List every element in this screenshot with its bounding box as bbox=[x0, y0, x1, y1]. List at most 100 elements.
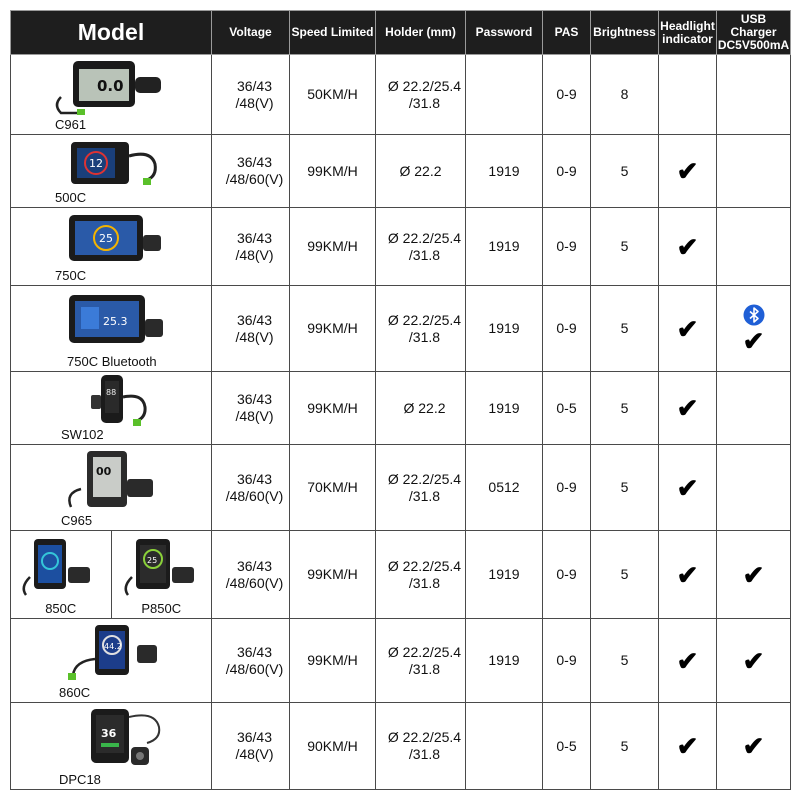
table-row: 25 750C 36/43/48(V) 99KM/H Ø 22.2/25.4/3… bbox=[10, 207, 791, 286]
table-row: 00 C965 36/43/48/60(V) 70KM/H Ø 22.2/25.… bbox=[10, 444, 791, 531]
speed-cell: 70KM/H bbox=[289, 444, 376, 531]
model-name: 860C bbox=[59, 685, 91, 700]
model-cell: 12 500C bbox=[10, 134, 212, 208]
password-cell: 1919 bbox=[465, 371, 543, 445]
speed-cell: 99KM/H bbox=[289, 371, 376, 445]
headlight-cell: ✔ bbox=[658, 702, 717, 790]
check-icon: ✔ bbox=[676, 731, 699, 761]
usb-cell: ✔ bbox=[716, 285, 791, 372]
voltage-cell: 36/43/48/60(V) bbox=[211, 134, 290, 208]
header-pas: PAS bbox=[542, 10, 591, 55]
svg-text:12: 12 bbox=[89, 157, 103, 170]
table-row: 850C 25 P850C 36/43 /48/60(V) 99KM/H Ø 2… bbox=[10, 530, 791, 619]
usb-cell bbox=[716, 54, 791, 135]
check-icon: ✔ bbox=[742, 731, 765, 761]
headlight-cell: ✔ bbox=[658, 207, 717, 286]
model-name: 500C bbox=[55, 190, 87, 205]
svg-text:00: 00 bbox=[96, 465, 112, 478]
password-cell: 1919 bbox=[465, 618, 543, 703]
header-voltage: Voltage bbox=[211, 10, 290, 55]
voltage-cell: 36/43/48(V) bbox=[211, 371, 290, 445]
brightness-cell: 5 bbox=[590, 371, 659, 445]
table-row: 88 SW102 36/43/48(V) 99KM/H Ø 22.2 1919 … bbox=[10, 371, 791, 445]
model-name: P850C bbox=[141, 601, 182, 616]
check-icon: ✔ bbox=[742, 325, 765, 356]
speed-cell: 99KM/H bbox=[289, 618, 376, 703]
header-usb: USB Charger DC5V500mA bbox=[716, 10, 791, 55]
model-name: 750C Bluetooth bbox=[67, 354, 157, 369]
password-cell: 1919 bbox=[465, 207, 543, 286]
model-cell: 36 DPC18 bbox=[10, 702, 212, 790]
brightness-cell: 5 bbox=[590, 207, 659, 286]
check-icon: ✔ bbox=[676, 156, 699, 186]
check-icon: ✔ bbox=[676, 231, 699, 262]
model-cell: 00 C965 bbox=[10, 444, 212, 531]
model-name: SW102 bbox=[61, 427, 104, 442]
holder-cell: Ø 22.2 bbox=[375, 134, 466, 208]
svg-text:36: 36 bbox=[101, 727, 117, 740]
svg-text:25: 25 bbox=[99, 232, 113, 245]
model-cell: 25 750C bbox=[10, 207, 212, 286]
usb-cell: ✔ bbox=[716, 618, 791, 703]
headlight-cell: ✔ bbox=[658, 444, 717, 531]
model-cell: 88 SW102 bbox=[10, 371, 212, 445]
brightness-cell: 5 bbox=[590, 134, 659, 208]
password-cell: 1919 bbox=[465, 134, 543, 208]
speed-cell: 50KM/H bbox=[289, 54, 376, 135]
voltage-cell: 36/43/48(V) bbox=[211, 702, 290, 790]
headlight-cell: ✔ bbox=[658, 371, 717, 445]
model-name: C961 bbox=[55, 117, 87, 132]
pas-cell: 0-9 bbox=[542, 285, 591, 372]
check-icon: ✔ bbox=[676, 393, 699, 423]
password-cell: 1919 bbox=[465, 530, 543, 619]
check-icon: ✔ bbox=[676, 559, 699, 590]
pas-cell: 0-9 bbox=[542, 530, 591, 619]
sw102-display-image: 88 bbox=[91, 375, 147, 426]
headlight-cell: ✔ bbox=[658, 618, 717, 703]
voltage-cell: 36/43/48/60(V) bbox=[211, 618, 290, 703]
pas-cell: 0-9 bbox=[542, 54, 591, 135]
holder-cell: Ø 22.2/25.4/31.8 bbox=[375, 444, 466, 531]
model-cell: 850C 25 P850C bbox=[10, 530, 212, 619]
header-model: Model bbox=[10, 10, 212, 55]
c965-display-image: 00 bbox=[68, 450, 153, 507]
usb-cell bbox=[716, 207, 791, 286]
holder-cell: Ø 22.2/25.4/31.8 bbox=[375, 702, 466, 790]
header-password: Password bbox=[465, 10, 543, 55]
model-sub-cell: 25 P850C bbox=[112, 531, 212, 618]
speed-cell: 99KM/H bbox=[289, 530, 376, 619]
brightness-cell: 5 bbox=[590, 702, 659, 790]
svg-text:25.3: 25.3 bbox=[103, 315, 128, 328]
pas-cell: 0-9 bbox=[542, 134, 591, 208]
860c-display-image: 44.2 bbox=[68, 624, 157, 680]
spec-table: Model Voltage Speed Limited Holder (mm) … bbox=[10, 10, 791, 790]
bluetooth-icon bbox=[743, 304, 764, 325]
brightness-cell: 5 bbox=[590, 530, 659, 619]
pas-cell: 0-5 bbox=[542, 371, 591, 445]
dpc18-display-image: 36 bbox=[91, 709, 161, 765]
voltage-cell: 36/43/48(V) bbox=[211, 285, 290, 372]
password-cell: 0512 bbox=[465, 444, 543, 531]
model-name: 750C bbox=[55, 268, 87, 283]
pas-cell: 0-9 bbox=[542, 444, 591, 531]
check-icon: ✔ bbox=[742, 645, 765, 676]
speed-cell: 99KM/H bbox=[289, 285, 376, 372]
speed-cell: 99KM/H bbox=[289, 207, 376, 286]
header-speed: Speed Limited bbox=[289, 10, 376, 55]
voltage-cell: 36/43/48(V) bbox=[211, 54, 290, 135]
table-row: 44.2 860C 36/43/48/60(V) 99KM/H Ø 22.2/2… bbox=[10, 618, 791, 703]
model-cell: 25.3 750C Bluetooth bbox=[10, 285, 212, 372]
holder-cell: Ø 22.2/25.4/31.8 bbox=[375, 530, 466, 619]
model-name: C965 bbox=[61, 513, 93, 528]
c961-display-image: 0.0 bbox=[55, 60, 161, 115]
svg-text:88: 88 bbox=[106, 388, 116, 397]
750c-display-image: 25 bbox=[69, 214, 161, 261]
holder-cell: Ø 22.2/25.4/31.8 bbox=[375, 285, 466, 372]
check-icon: ✔ bbox=[742, 559, 765, 590]
voltage-cell: 36/43/48/60(V) bbox=[211, 530, 290, 619]
brightness-cell: 5 bbox=[590, 285, 659, 372]
usb-cell bbox=[716, 371, 791, 445]
750c-bluetooth-display-image: 25.3 bbox=[69, 294, 163, 343]
p850c-display-image: 25 bbox=[124, 538, 195, 596]
table-row: 25.3 750C Bluetooth 36/43/48(V) 99KM/H Ø… bbox=[10, 285, 791, 372]
